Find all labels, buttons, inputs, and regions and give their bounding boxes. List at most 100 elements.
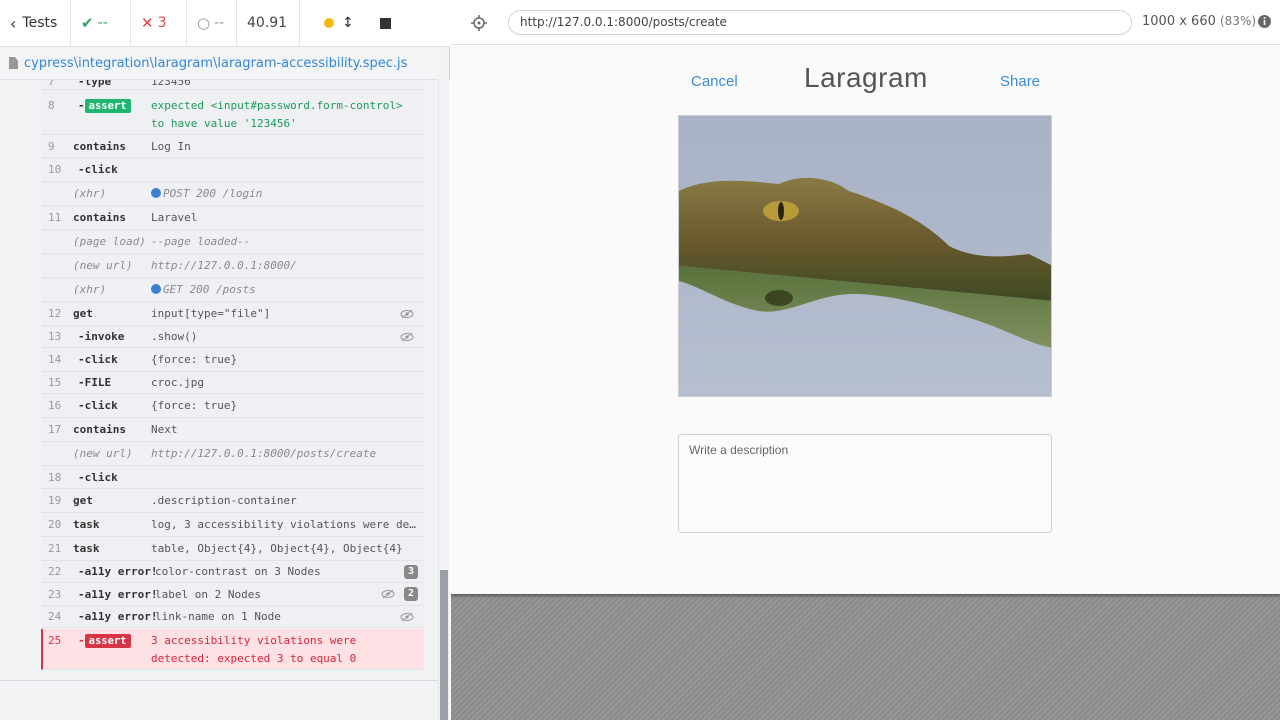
command-number: 22 <box>48 565 62 578</box>
uploaded-photo <box>678 115 1052 397</box>
command-row[interactable]: (page load) --page loaded-- <box>41 230 424 254</box>
command-row[interactable]: 7 -type 123456 <box>41 80 424 90</box>
command-message: log, 3 accessibility violations were de… <box>151 518 416 531</box>
command-name: -click <box>78 163 118 176</box>
tests-button[interactable]: ‹ Tests <box>0 0 71 46</box>
command-row[interactable]: (new url) http://127.0.0.1:8000/posts/cr… <box>41 442 424 466</box>
command-row[interactable]: 9 contains Log In <box>41 135 424 158</box>
viewport-shadow <box>451 594 1280 598</box>
file-icon <box>9 57 18 69</box>
tests-label: Tests <box>22 15 58 31</box>
passed-count: -- <box>97 15 108 31</box>
command-message: .show() <box>151 330 198 343</box>
command-name: contains <box>73 423 126 436</box>
command-number: 19 <box>48 494 62 507</box>
command-name: (xhr) <box>73 187 107 200</box>
assert-badge: assert <box>84 99 131 113</box>
url-bar: http://127.0.0.1:8000/posts/create 1000 … <box>451 0 1280 45</box>
command-row[interactable]: 20 task log, 3 accessibility violations … <box>41 513 424 537</box>
command-row[interactable]: (xhr) GET 200 /posts <box>41 278 424 302</box>
command-number: 14 <box>48 353 62 366</box>
failed-command-row[interactable]: 25 - assert 3 accessibility violations we… <box>41 629 424 670</box>
command-name: task <box>73 542 100 555</box>
command-message: table, Object{4}, Object{4}, Object{4} <box>151 542 403 555</box>
selector-playground-icon[interactable] <box>471 15 487 31</box>
xhr-status-icon <box>151 284 161 294</box>
command-number: 23 <box>48 587 62 601</box>
command-message: GET 200 /posts <box>151 283 256 296</box>
spec-path-link[interactable]: cypress\integration\laragram\laragram-ac… <box>24 56 407 71</box>
command-row[interactable]: 23 -a11y error! label on 2 Nodes 2 <box>41 583 424 606</box>
check-icon: ✔ <box>81 14 94 32</box>
share-link[interactable]: Share <box>1000 73 1040 90</box>
cancel-link[interactable]: Cancel <box>691 73 738 90</box>
auto-scroll-icon[interactable]: ↕ <box>342 15 354 31</box>
command-number: 21 <box>48 542 62 555</box>
stats-bar: ‹ Tests ✔ -- ✕ 3 ○ -- 40.91 ↕ <box>0 0 450 47</box>
command-row[interactable]: 15 -FILE croc.jpg <box>41 372 424 394</box>
command-message-line2: detected: expected 3 to equal 0 <box>151 652 357 665</box>
command-name: contains <box>73 139 126 153</box>
command-message: http://127.0.0.1:8000/ <box>151 259 297 272</box>
description-textarea[interactable]: Write a description <box>678 434 1052 533</box>
eye-slash-icon <box>381 589 395 599</box>
scrollbar-thumb[interactable] <box>440 570 448 720</box>
command-row[interactable]: 10 -click <box>41 158 424 182</box>
command-number: 25 <box>48 634 62 647</box>
command-row[interactable]: 17 contains Next <box>41 418 424 442</box>
xhr-status-icon <box>151 188 161 198</box>
command-list: 7 -type 123456 8 - assert expected <input… <box>41 80 424 670</box>
command-row[interactable]: 24 -a11y error! link-name on 1 Node <box>41 606 424 628</box>
command-name: task <box>73 518 100 531</box>
eye-slash-icon <box>400 309 414 318</box>
command-row[interactable]: 13 -invoke .show() <box>41 326 424 348</box>
viewport-background <box>451 594 1280 720</box>
url-field[interactable]: http://127.0.0.1:8000/posts/create <box>508 10 1132 35</box>
xhr-text: POST 200 /login <box>163 187 263 200</box>
command-row[interactable]: 12 get input[type="file"] <box>41 302 424 326</box>
command-row[interactable]: 16 -click {force: true} <box>41 394 424 418</box>
command-name: -a11y error! <box>78 587 158 601</box>
pending-icon: ○ <box>197 14 211 32</box>
command-name: -click <box>78 399 118 412</box>
command-number: 9 <box>48 139 55 153</box>
command-number: 16 <box>48 399 62 412</box>
command-row[interactable]: 8 - assert expected <input#password.form-… <box>41 92 424 135</box>
eye-slash-icon <box>400 332 414 341</box>
eye-slash-icon <box>400 612 414 621</box>
command-row[interactable]: (xhr) POST 200 /login <box>41 182 424 206</box>
instance-count-badge: 3 <box>404 564 418 579</box>
command-row[interactable]: 19 get .description-container <box>41 489 424 513</box>
viewport-dimensions: 1000 x 660 <box>1142 14 1216 29</box>
command-message: Next <box>151 423 178 436</box>
running-indicator-icon <box>324 18 334 28</box>
command-row[interactable]: (new url) http://127.0.0.1:8000/ <box>41 254 424 278</box>
command-number: 24 <box>48 610 62 623</box>
app-under-test-panel: http://127.0.0.1:8000/posts/create 1000 … <box>451 0 1280 720</box>
command-message: .description-container <box>151 494 297 507</box>
command-message: expected <input#password.form-control> <box>151 99 403 112</box>
command-row[interactable]: 11 contains Laravel <box>41 206 424 230</box>
stop-icon[interactable] <box>379 17 391 29</box>
command-number: 17 <box>48 423 62 436</box>
command-name: -click <box>78 470 118 484</box>
command-message: POST 200 /login <box>151 187 262 200</box>
command-name: -FILE <box>78 376 112 389</box>
info-icon[interactable] <box>1257 14 1272 29</box>
run-controls: ↕ <box>300 0 401 46</box>
command-name: contains <box>73 211 126 224</box>
command-number: 12 <box>48 307 62 320</box>
command-row[interactable]: 14 -click {force: true} <box>41 348 424 372</box>
command-message: link-name on 1 Node <box>155 610 281 623</box>
duration-value: 40.91 <box>247 15 288 31</box>
command-message: color-contrast on 3 Nodes <box>155 565 321 578</box>
failed-stat: ✕ 3 <box>131 0 187 46</box>
command-row[interactable]: 22 -a11y error! color-contrast on 3 Node… <box>41 561 424 583</box>
command-row[interactable]: 18 -click <box>41 466 424 489</box>
instance-count-badge: 2 <box>404 587 418 601</box>
command-name: -click <box>78 353 118 366</box>
command-message: http://127.0.0.1:8000/posts/create <box>151 447 377 460</box>
command-row[interactable]: 21 task table, Object{4}, Object{4}, Obj… <box>41 537 424 561</box>
spec-file-header: cypress\integration\laragram\laragram-ac… <box>0 47 438 80</box>
passed-stat: ✔ -- <box>71 0 131 46</box>
